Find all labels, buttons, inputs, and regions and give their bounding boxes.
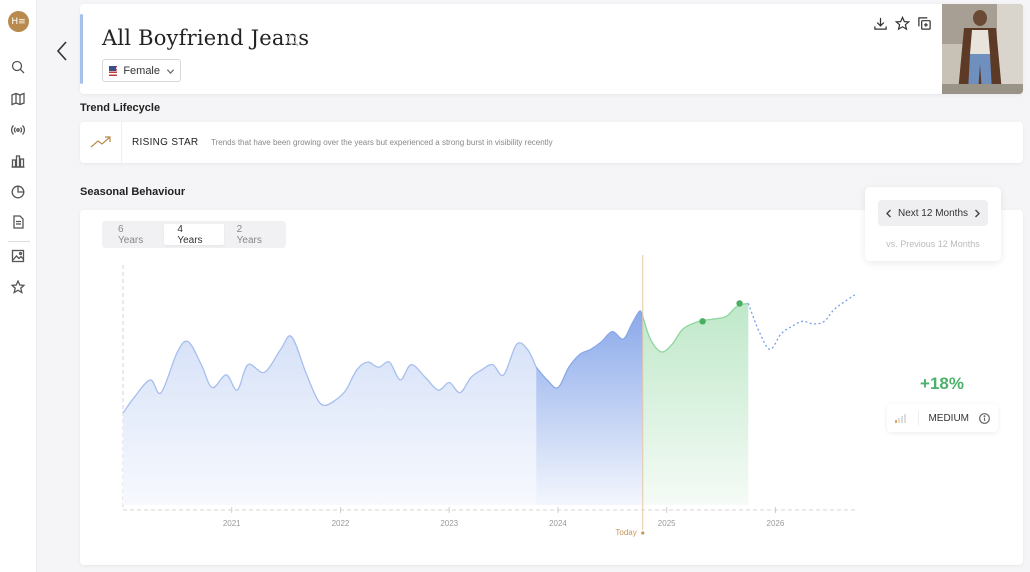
x-tick-label: 2022 — [332, 519, 350, 528]
chevron-right-icon[interactable] — [972, 207, 982, 219]
x-tick-label: 2024 — [549, 519, 567, 528]
seasonal-chart: Today 2021 2022 2023 2024 2025 2026 — [122, 255, 858, 537]
period-navigator: Next 12 Months — [878, 200, 988, 226]
x-tick-label: 2026 — [767, 519, 785, 528]
history-area — [123, 335, 537, 505]
x-tick-label: 2021 — [223, 519, 241, 528]
growth-value: +18% — [920, 374, 964, 393]
projection-line — [747, 292, 858, 351]
today-dot — [641, 531, 645, 535]
forecast-marker-1 — [736, 300, 743, 307]
today-label: Today — [615, 528, 636, 537]
chevron-left-icon[interactable] — [884, 207, 894, 219]
comparison-label: vs. Previous 12 Months — [886, 239, 980, 249]
growth-level-badge: MEDIUM — [887, 404, 998, 432]
recent-area — [536, 310, 643, 505]
signal-bars-icon — [895, 413, 906, 423]
level-label: MEDIUM — [928, 412, 969, 424]
forecast-period-card: Next 12 Months vs. Previous 12 Months — [865, 187, 1001, 261]
period-label: Next 12 Months — [897, 207, 969, 219]
forecast-area — [642, 303, 749, 505]
info-icon[interactable] — [979, 412, 990, 424]
x-tick-label: 2023 — [440, 519, 458, 528]
forecast-marker-0 — [699, 318, 706, 325]
x-tick-label: 2025 — [658, 519, 676, 528]
